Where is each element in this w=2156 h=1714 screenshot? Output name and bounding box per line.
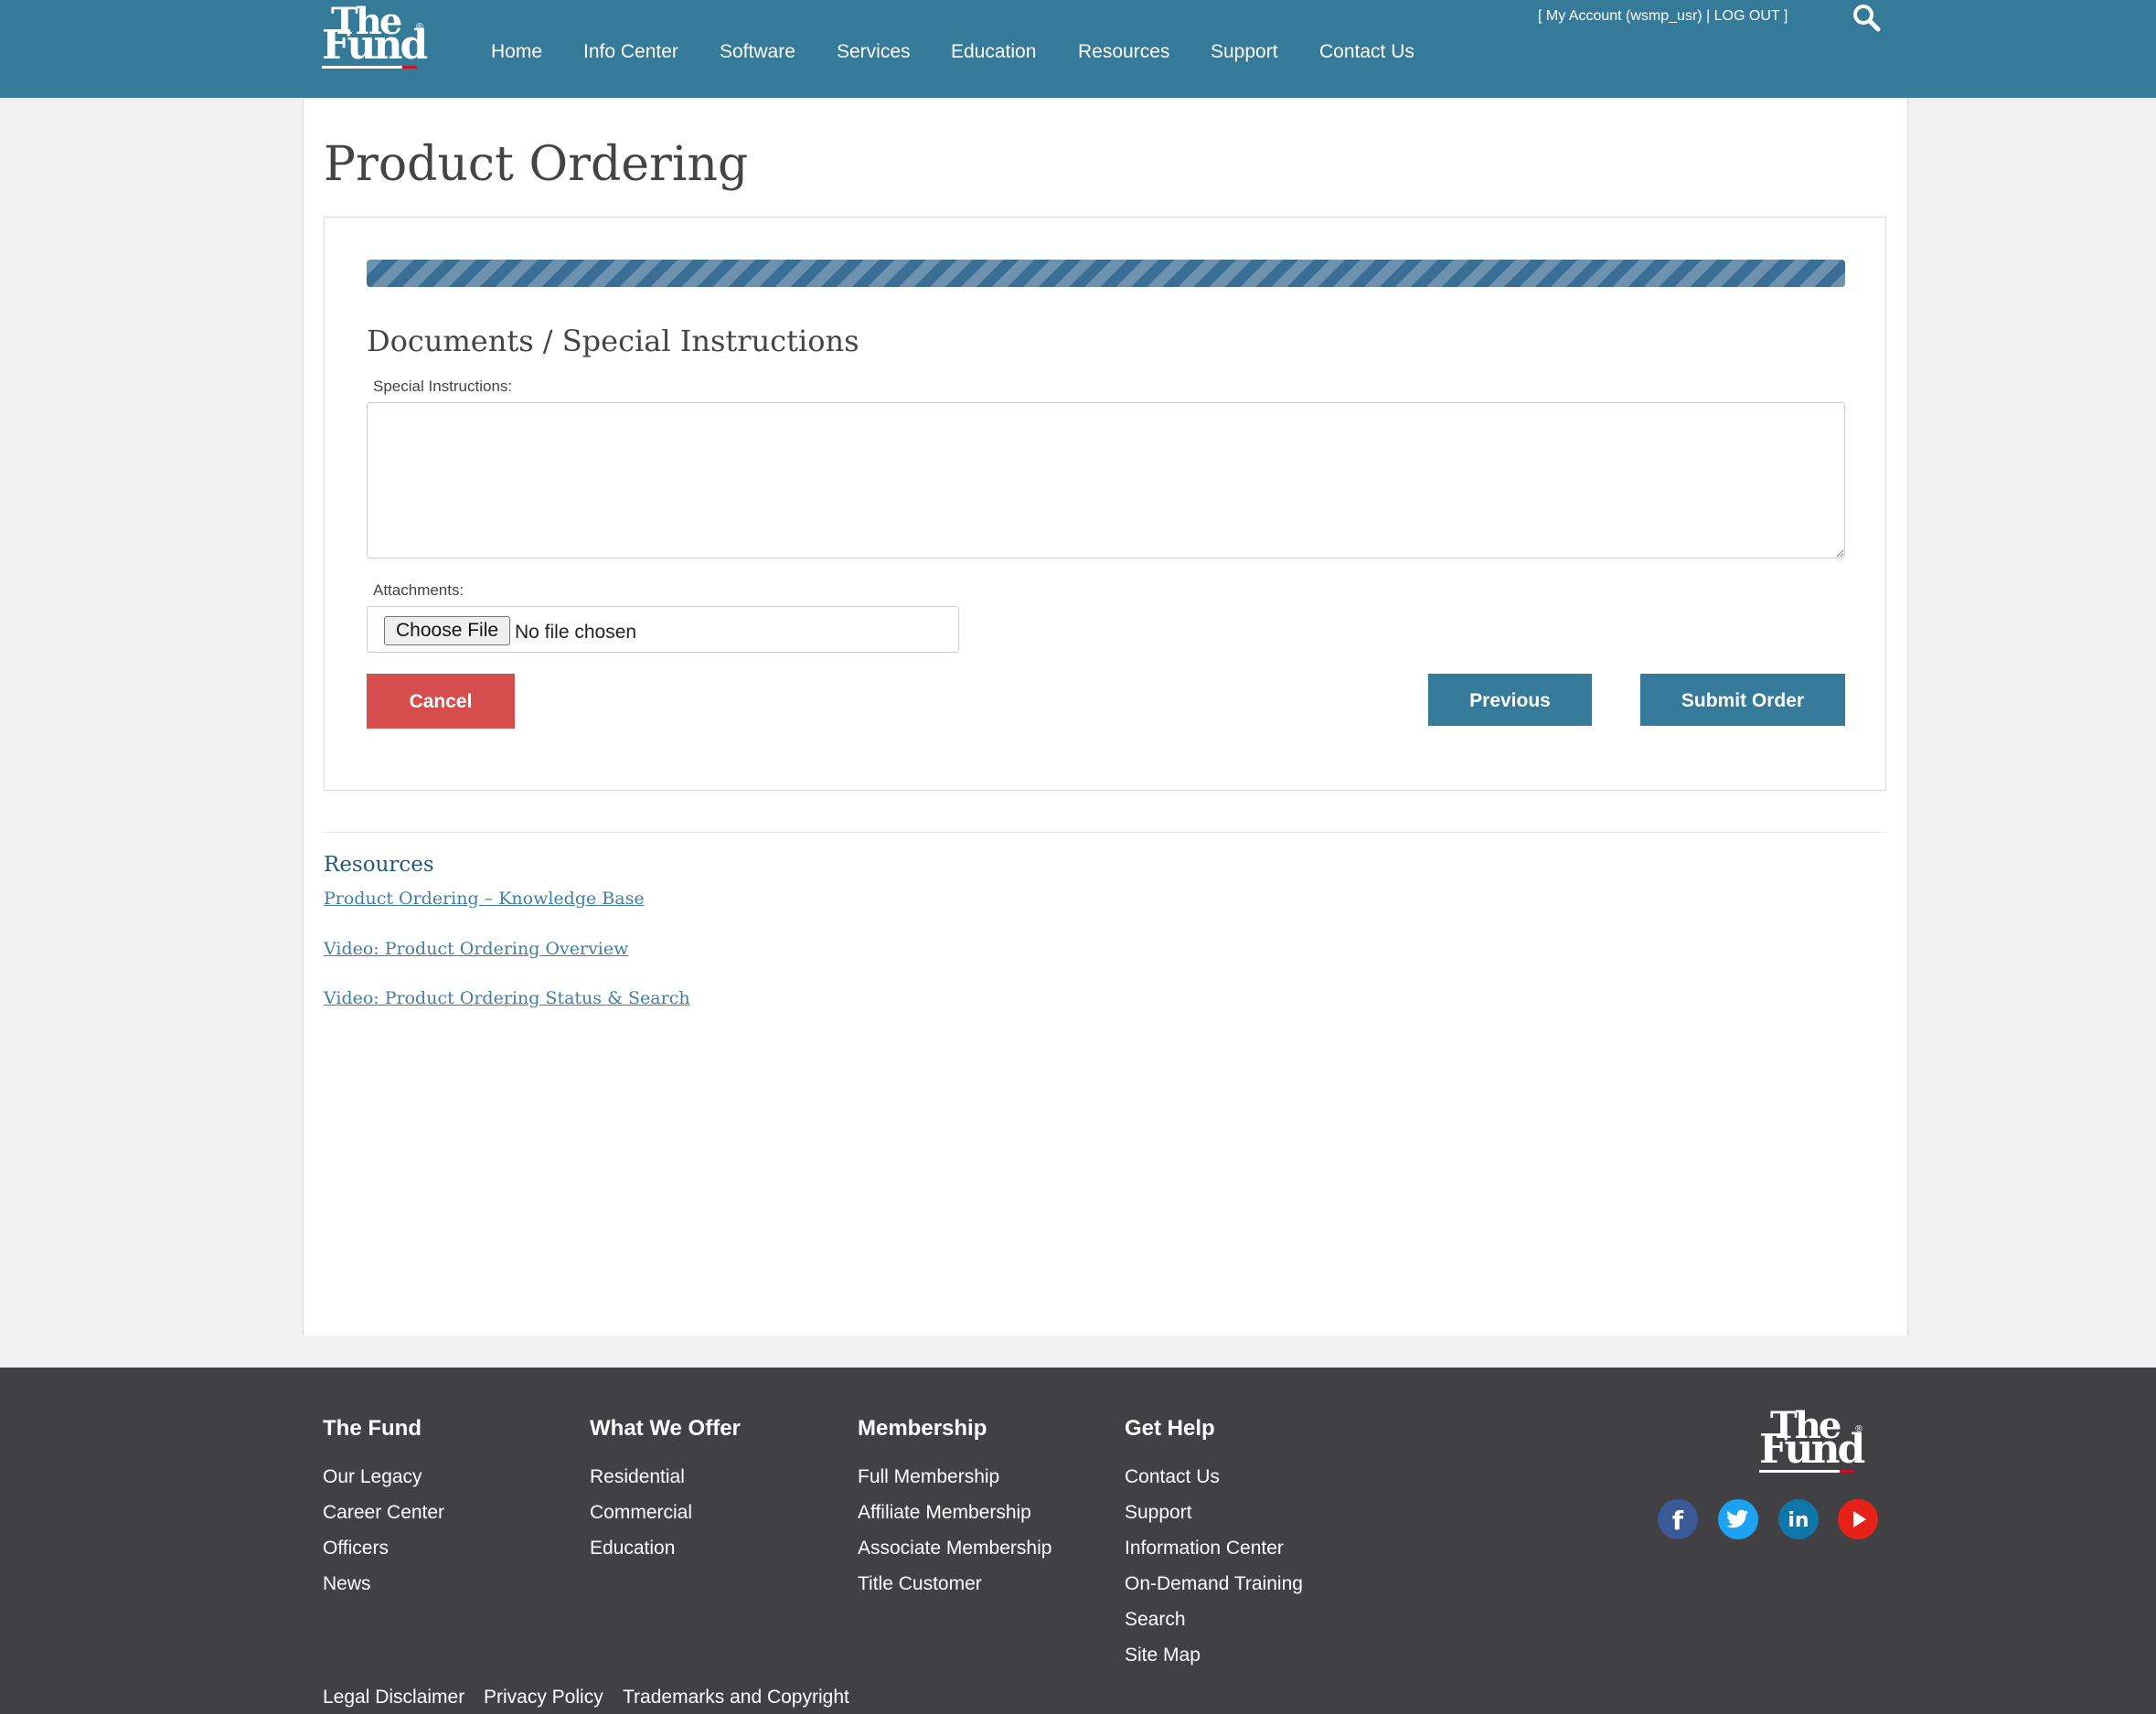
nav-education[interactable]: Education — [951, 41, 1036, 63]
special-instructions-label: Special Instructions: — [373, 378, 513, 395]
footer-logo[interactable]: The Fund ® — [1759, 1408, 1865, 1475]
file-status-text: No file chosen — [515, 622, 637, 643]
footer-link-news[interactable]: News — [323, 1573, 371, 1595]
footer-link-trademarks-copyright[interactable]: Trademarks and Copyright — [623, 1687, 849, 1709]
footer-link-legal-disclaimer[interactable]: Legal Disclaimer — [323, 1687, 464, 1709]
footer-link-commercial[interactable]: Commercial — [590, 1502, 692, 1524]
logout-link[interactable]: LOG OUT — [1714, 8, 1780, 24]
logo-registered-mark: ® — [415, 22, 424, 32]
footer-title-membership: Membership — [858, 1416, 987, 1441]
nav-info-center[interactable]: Info Center — [583, 41, 678, 63]
footer-link-residential[interactable]: Residential — [590, 1466, 685, 1488]
my-account-link[interactable]: My Account (wsmp_usr) — [1546, 8, 1702, 24]
footer-link-affiliate-membership[interactable]: Affiliate Membership — [858, 1502, 1031, 1524]
search-icon — [1853, 5, 1881, 32]
attachments-label: Attachments: — [373, 581, 464, 599]
footer-logo-text-fund: Fund — [1759, 1426, 1865, 1473]
account-separator: | — [1702, 8, 1714, 24]
account-bracket-open: [ — [1538, 8, 1546, 24]
site-logo[interactable]: The Fund ® — [322, 4, 428, 69]
account-bracket-close: ] — [1779, 8, 1788, 24]
nav-home[interactable]: Home — [491, 41, 542, 63]
footer-link-our-legacy[interactable]: Our Legacy — [323, 1466, 422, 1488]
youtube-icon — [1838, 1499, 1878, 1539]
resource-link-status-search-video[interactable]: Video: Product Ordering Status & Search — [324, 988, 690, 1008]
choose-file-button[interactable]: Choose File — [384, 616, 511, 645]
resources-title: Resources — [324, 853, 434, 877]
footer-logo-underline — [1759, 1470, 1845, 1473]
logo-red-accent — [402, 66, 417, 69]
footer-link-support[interactable]: Support — [1125, 1502, 1192, 1524]
footer-link-contact-us[interactable]: Contact Us — [1125, 1466, 1220, 1488]
footer-link-on-demand-training[interactable]: On-Demand Training — [1125, 1573, 1303, 1595]
resource-link-overview-video[interactable]: Video: Product Ordering Overview — [324, 939, 628, 959]
nav-software[interactable]: Software — [720, 41, 795, 63]
content-divider — [324, 832, 1886, 833]
footer-title-get-help: Get Help — [1125, 1416, 1215, 1441]
section-title: Documents / Special Instructions — [367, 324, 859, 358]
facebook-icon: f — [1658, 1499, 1698, 1539]
attachments-file-input[interactable]: Choose File No file chosen — [367, 606, 959, 653]
cancel-button[interactable]: Cancel — [367, 674, 515, 729]
nav-support[interactable]: Support — [1211, 41, 1278, 63]
twitter-link[interactable] — [1718, 1499, 1758, 1539]
twitter-icon — [1718, 1499, 1758, 1539]
footer-link-information-center[interactable]: Information Center — [1125, 1538, 1284, 1560]
footer-link-privacy-policy[interactable]: Privacy Policy — [484, 1687, 603, 1709]
previous-button[interactable]: Previous — [1428, 674, 1592, 726]
logo-text-fund: Fund — [322, 22, 428, 69]
footer-title-the-fund: The Fund — [323, 1416, 422, 1441]
page-title: Product Ordering — [324, 137, 749, 192]
footer-link-search[interactable]: Search — [1125, 1609, 1186, 1631]
footer-link-associate-membership[interactable]: Associate Membership — [858, 1538, 1051, 1560]
submit-order-button[interactable]: Submit Order — [1640, 674, 1845, 726]
footer-link-career-center[interactable]: Career Center — [323, 1502, 444, 1524]
account-bar: [ My Account (wsmp_usr) | LOG OUT ] — [1538, 8, 1788, 25]
linkedin-icon: in — [1778, 1499, 1819, 1539]
nav-contact-us[interactable]: Contact Us — [1319, 41, 1414, 63]
nav-resources[interactable]: Resources — [1078, 41, 1169, 63]
footer-link-education[interactable]: Education — [590, 1538, 675, 1560]
resource-link-knowledge-base[interactable]: Product Ordering – Knowledge Base — [324, 889, 645, 909]
special-instructions-textarea[interactable] — [367, 402, 1845, 559]
linkedin-link[interactable]: in — [1778, 1499, 1819, 1539]
youtube-link[interactable] — [1838, 1499, 1878, 1539]
footer-link-title-customer[interactable]: Title Customer — [858, 1573, 982, 1595]
search-button[interactable] — [1851, 3, 1882, 34]
nav-services[interactable]: Services — [837, 41, 911, 63]
footer-logo-registered-mark: ® — [1854, 1424, 1863, 1434]
footer-link-officers[interactable]: Officers — [323, 1538, 389, 1560]
facebook-link[interactable]: f — [1658, 1499, 1698, 1539]
footer-logo-red-accent — [1840, 1470, 1854, 1473]
logo-underline — [322, 66, 408, 69]
footer-link-full-membership[interactable]: Full Membership — [858, 1466, 999, 1488]
footer-link-site-map[interactable]: Site Map — [1125, 1645, 1201, 1666]
linkedin-glyph: in — [1788, 1509, 1809, 1532]
order-progress-bar — [367, 260, 1845, 287]
facebook-glyph: f — [1672, 1506, 1684, 1536]
footer-title-what-we-offer: What We Offer — [590, 1416, 741, 1441]
